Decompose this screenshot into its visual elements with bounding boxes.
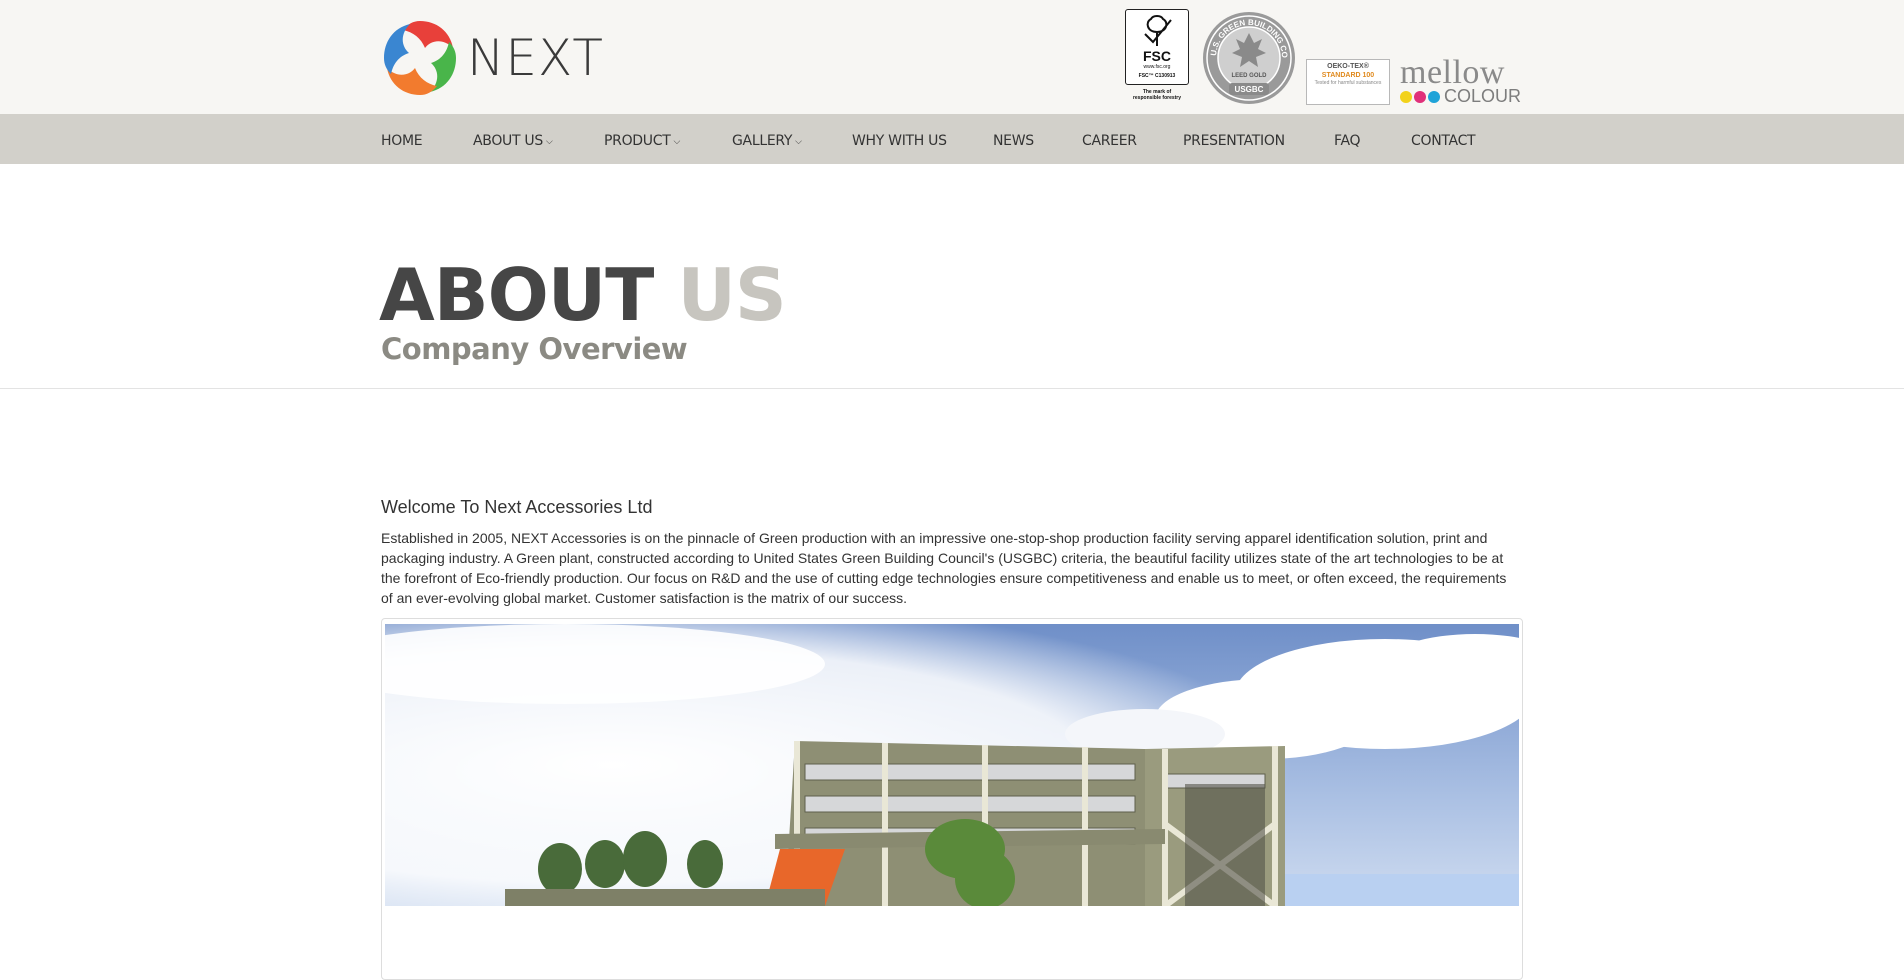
mellow-colour-logo: mellow COLOUR <box>1400 54 1522 108</box>
oeko-tex-note: Tested for harmful substances <box>1314 80 1382 86</box>
usgbc-badge-text: USGBC <box>1235 85 1264 94</box>
fsc-url: www.fsc.org <box>1143 64 1171 70</box>
welcome-heading: Welcome To Next Accessories Ltd <box>381 497 653 517</box>
nav-faq-label: FAQ <box>1334 133 1361 149</box>
nav-faq[interactable]: FAQ <box>1334 114 1361 164</box>
page-title: ABOUT US <box>379 253 787 337</box>
facility-image-frame <box>381 618 1523 980</box>
nav-presentation[interactable]: PRESENTATION <box>1183 114 1285 164</box>
nav-home-label: HOME <box>381 133 423 149</box>
nav-why-with-us[interactable]: WHY WITH US <box>852 114 947 164</box>
nav-why-with-us-label: WHY WITH US <box>852 133 947 149</box>
nav-news[interactable]: NEWS <box>993 114 1034 164</box>
fsc-logo-box: FSC www.fsc.org FSC™ C130913 <box>1125 9 1189 85</box>
chevron-down-icon: ⌵ <box>673 137 680 147</box>
site-header: NEXT FSC www.fsc.org FSC™ C130913 The ma… <box>0 0 1904 114</box>
nav-career[interactable]: CAREER <box>1082 114 1137 164</box>
logo-wordmark: NEXT <box>467 29 604 87</box>
usgbc-seal-icon: U.S. GREEN BUILDING COUNCIL LEED GOLD US… <box>1199 4 1295 104</box>
main-nav: HOME ABOUT US ⌵ PRODUCT ⌵ GALLERY ⌵ WHY WIT… <box>0 114 1904 164</box>
usgbc-level: LEED GOLD <box>1231 73 1267 79</box>
nav-gallery-label: GALLERY <box>732 133 793 149</box>
oeko-tex-title: OEKO-TEX® <box>1327 63 1369 70</box>
nav-presentation-label: PRESENTATION <box>1183 133 1285 149</box>
mellow-colour-text: COLOUR <box>1444 86 1522 106</box>
nav-product-label: PRODUCT <box>604 133 671 149</box>
green-factory-illustration <box>385 624 1519 906</box>
nav-home[interactable]: HOME <box>381 114 423 164</box>
usgbc-leed-gold-badge: U.S. GREEN BUILDING COUNCIL LEED GOLD US… <box>1199 4 1296 110</box>
page-title-section: ABOUT US Company Overview <box>0 164 1904 389</box>
tree-check-icon <box>1144 15 1172 46</box>
fsc-tagline-line2: responsible forestry <box>1132 95 1182 101</box>
nav-gallery[interactable]: GALLERY ⌵ <box>732 114 802 164</box>
nav-contact-label: CONTACT <box>1411 133 1476 149</box>
fsc-certification-badge: FSC www.fsc.org FSC™ C130913 The mark of… <box>1124 9 1190 104</box>
fsc-tagline: The mark of responsible forestry <box>1124 89 1190 101</box>
nav-career-label: CAREER <box>1082 133 1137 149</box>
chevron-down-icon: ⌵ <box>545 137 553 147</box>
nav-about-us-label: ABOUT US <box>473 133 543 149</box>
oeko-tex-badge: OEKO-TEX® STANDARD 100 Tested for harmfu… <box>1306 59 1390 105</box>
nav-news-label: NEWS <box>993 133 1034 149</box>
chevron-down-icon: ⌵ <box>795 137 802 147</box>
fsc-code: FSC™ C130913 <box>1138 73 1176 79</box>
oeko-tex-standard: STANDARD 100 <box>1321 72 1375 79</box>
next-logo-icon <box>384 21 456 95</box>
page-title-part1: ABOUT <box>379 253 654 337</box>
fsc-label: FSC <box>1143 48 1171 64</box>
page-title-part2: US <box>677 253 786 337</box>
cyan-dot-icon <box>1428 90 1440 103</box>
facility-building-image <box>385 624 1519 906</box>
magenta-dot-icon <box>1414 90 1426 103</box>
page-subtitle: Company Overview <box>381 332 688 366</box>
site-logo[interactable]: NEXT <box>381 16 604 100</box>
nav-contact[interactable]: CONTACT <box>1411 114 1476 164</box>
yellow-dot-icon <box>1400 90 1412 103</box>
nav-product[interactable]: PRODUCT ⌵ <box>604 114 680 164</box>
mellow-wordmark: mellow <box>1400 54 1505 91</box>
intro-paragraph: Established in 2005, NEXT Accessories is… <box>381 530 1507 606</box>
nav-about-us[interactable]: ABOUT US ⌵ <box>473 114 553 164</box>
